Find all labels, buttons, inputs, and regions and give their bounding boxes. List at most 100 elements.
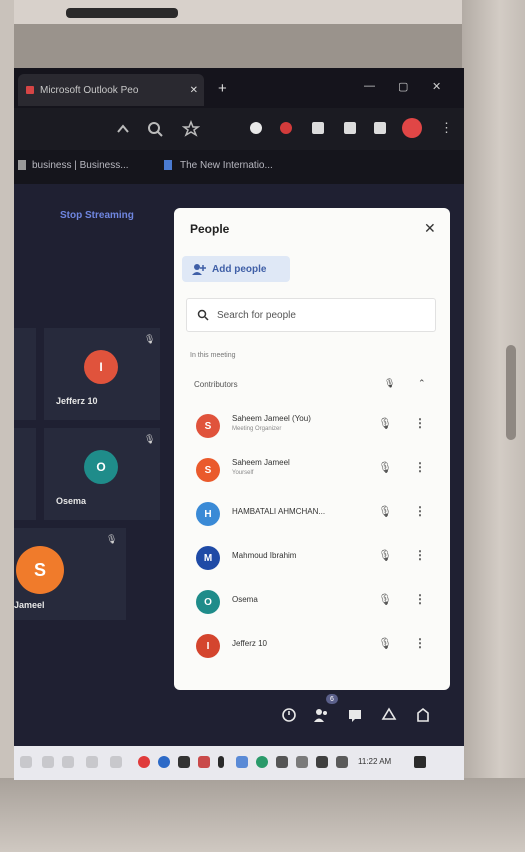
list-item[interactable]: O Osema 🎙 ⋮ <box>174 580 450 624</box>
list-item[interactable]: I Jefferz 10 🎙 ⋮ <box>174 624 450 668</box>
window-close-button[interactable]: ✕ <box>432 80 441 93</box>
person-name: Saheem Jameel <box>232 458 290 467</box>
tab-close-icon[interactable]: ✕ <box>190 85 198 96</box>
taskbar-icon[interactable] <box>178 756 190 768</box>
taskbar-clock[interactable]: 11:22 AM <box>358 757 391 766</box>
more-options-icon[interactable]: ⋮ <box>414 416 426 430</box>
mic-off-icon: 🎙 <box>144 334 156 344</box>
mic-off-icon[interactable]: 🎙 <box>378 461 392 474</box>
extension-icon[interactable] <box>250 122 262 134</box>
contributors-header[interactable]: Contributors <box>194 380 238 389</box>
taskbar-icon[interactable] <box>296 756 308 768</box>
participant-tile[interactable]: O Osema 🎙 <box>44 428 160 520</box>
search-placeholder: Search for people <box>217 309 296 321</box>
add-people-label: Add people <box>212 263 267 275</box>
more-options-icon[interactable]: ⋮ <box>414 548 426 562</box>
taskbar-icon[interactable] <box>158 756 170 768</box>
mic-off-icon[interactable]: 🎙 <box>378 549 392 562</box>
taskbar-icon[interactable] <box>86 756 98 768</box>
list-item[interactable]: H HAMBATALI AHMCHAN... 🎙 ⋮ <box>174 492 450 536</box>
person-name: Jefferz 10 <box>232 639 267 648</box>
mic-off-icon: 🎙 <box>144 434 156 444</box>
taskbar-icon[interactable] <box>20 756 32 768</box>
search-icon[interactable] <box>146 120 164 138</box>
minimize-button[interactable]: — <box>364 80 375 92</box>
people-icon[interactable] <box>312 706 330 724</box>
maximize-button[interactable]: ▢ <box>398 80 408 93</box>
sidebar-icon[interactable] <box>374 122 386 134</box>
browser-menu-icon[interactable]: ⋮ <box>440 120 453 136</box>
taskbar-icon[interactable] <box>218 756 224 768</box>
list-item[interactable]: S Saheem Jameel (You) Meeting Organizer … <box>174 404 450 448</box>
mute-all-icon[interactable]: 🎙 <box>384 378 395 389</box>
browser-tab[interactable]: Microsoft Outlook Peo ✕ <box>18 74 204 106</box>
more-options-icon[interactable]: ⋮ <box>414 636 426 650</box>
search-icon <box>197 309 209 321</box>
avatar: O <box>84 450 118 484</box>
avatar: M <box>196 546 220 570</box>
bookmark-icon[interactable] <box>344 122 356 134</box>
avatar: I <box>84 350 118 384</box>
screen: Microsoft Outlook Peo ✕ + — ▢ ✕ ⋮ busine… <box>14 68 464 780</box>
stop-streaming-link[interactable]: Stop Streaming <box>60 210 134 221</box>
avatar: I <box>196 634 220 658</box>
share-screen-icon[interactable] <box>380 706 398 724</box>
person-name: Saheem Jameel (You) <box>232 414 311 423</box>
mic-off-icon: 🎙 <box>106 534 118 544</box>
avatar: S <box>16 546 64 594</box>
mic-off-icon[interactable]: 🎙 <box>378 637 392 650</box>
bookmark-link[interactable]: The New Internatio... <box>180 160 273 171</box>
profile-avatar[interactable] <box>402 118 422 138</box>
participant-name: Osema <box>56 496 87 506</box>
mic-off-icon[interactable]: 🎙 <box>378 593 392 606</box>
participant-tile[interactable]: S Jameel 🎙 <box>14 528 126 620</box>
taskbar-icon[interactable] <box>276 756 288 768</box>
mic-off-icon[interactable]: 🎙 <box>378 505 392 518</box>
tab-title: Microsoft Outlook Peo <box>40 84 139 96</box>
outlook-favicon-icon <box>26 86 34 94</box>
new-tab-button[interactable]: + <box>218 80 227 97</box>
taskbar-icon[interactable] <box>198 756 210 768</box>
monitor-bezel-bottom <box>0 778 525 852</box>
participant-name: Jefferz 10 <box>56 396 98 406</box>
more-options-icon[interactable]: ⋮ <box>414 460 426 474</box>
add-people-button[interactable]: Add people <box>182 256 290 282</box>
leave-icon[interactable] <box>414 706 432 724</box>
list-item[interactable]: S Saheem Jameel Yourself 🎙 ⋮ <box>174 448 450 492</box>
share-icon[interactable] <box>114 120 132 138</box>
avatar: H <box>196 502 220 526</box>
participant-count-badge: 6 <box>326 694 338 704</box>
browser-toolbar: ⋮ <box>14 108 464 150</box>
panel-title: People <box>190 222 230 236</box>
mic-off-icon[interactable]: 🎙 <box>378 417 392 430</box>
more-options-icon[interactable]: ⋮ <box>414 592 426 606</box>
taskbar-icon[interactable] <box>42 756 54 768</box>
meeting-controls: 6 <box>14 690 464 746</box>
monitor-button <box>506 345 516 440</box>
star-icon[interactable] <box>181 119 201 138</box>
add-person-icon <box>192 264 206 275</box>
extension-icon[interactable] <box>280 122 292 134</box>
monitor-bezel-left <box>0 0 14 852</box>
search-people-input[interactable]: Search for people <box>186 298 436 332</box>
participant-tile[interactable]: I Jefferz 10 🎙 <box>44 328 160 420</box>
taskbar-icon[interactable] <box>316 756 328 768</box>
participant-tile <box>14 328 36 420</box>
chevron-up-icon[interactable]: ⌃ <box>418 378 426 389</box>
chat-icon[interactable] <box>346 706 364 724</box>
bookmark-link[interactable]: business | Business... <box>32 160 129 171</box>
taskbar-icon[interactable] <box>110 756 122 768</box>
taskbar-icon[interactable] <box>336 756 348 768</box>
taskbar-icon[interactable] <box>256 756 268 768</box>
list-item[interactable]: M Mahmoud Ibrahim 🎙 ⋮ <box>174 536 450 580</box>
more-options-icon[interactable]: ⋮ <box>414 504 426 518</box>
close-icon[interactable]: ✕ <box>424 220 436 237</box>
participant-name: Jameel <box>14 600 45 610</box>
puzzle-icon[interactable] <box>312 122 324 134</box>
timer-icon[interactable] <box>280 706 298 724</box>
taskbar-icon[interactable] <box>62 756 74 768</box>
person-name: Osema <box>232 595 258 604</box>
notification-icon[interactable] <box>414 756 426 768</box>
taskbar-icon[interactable] <box>236 756 248 768</box>
taskbar-icon[interactable] <box>138 756 150 768</box>
